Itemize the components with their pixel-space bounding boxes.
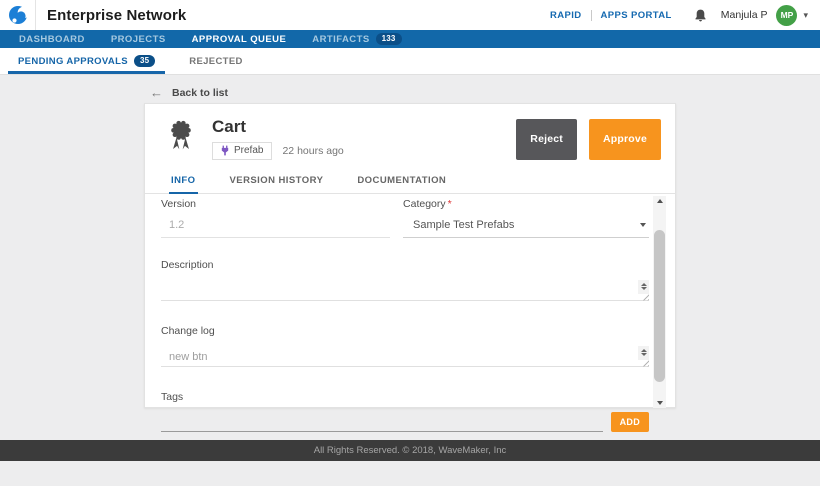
nav-label-projects: PROJECTS — [111, 34, 166, 45]
tab-documentation[interactable]: DOCUMENTATION — [355, 172, 448, 193]
category-label: Category* — [403, 198, 649, 210]
user-name: Manjula P — [721, 9, 768, 21]
award-ribbon-icon — [167, 118, 195, 152]
artifact-type-badge: Prefab — [212, 142, 272, 160]
sub-tabs: PENDING APPROVALS 35 REJECTED — [0, 48, 820, 75]
approval-detail-card: Cart Prefab 22 hours ago Reject Approve … — [144, 103, 676, 408]
prefab-plug-icon — [221, 145, 229, 156]
changelog-label: Change log — [161, 325, 649, 337]
category-selected-value: Sample Test Prefabs — [413, 219, 514, 231]
copyright-text: All Rights Reserved. © 2018, WaveMaker, … — [314, 445, 507, 456]
top-header: Enterprise Network RAPID APPS PORTAL Man… — [0, 0, 820, 30]
rejected-label: REJECTED — [189, 56, 242, 67]
nav-label-dashboard: DASHBOARD — [19, 34, 85, 45]
version-field-group: Version 1.2 — [161, 198, 390, 238]
add-tag-button[interactable]: ADD — [611, 412, 649, 432]
nav-label-artifacts: ARTIFACTS — [312, 34, 369, 45]
artifact-type-label: Prefab — [234, 145, 263, 156]
time-ago: 22 hours ago — [282, 145, 343, 157]
changelog-value: new btn — [161, 346, 649, 363]
nav-item-approval-queue[interactable]: APPROVAL QUEUE — [179, 30, 300, 48]
main-area: ← Back to list Cart — [0, 75, 820, 440]
avatar[interactable]: MP — [776, 5, 797, 26]
apps-portal-link[interactable]: APPS PORTAL — [601, 10, 672, 21]
tab-version-history[interactable]: VERSION HISTORY — [228, 172, 326, 193]
scroll-down-arrow-icon[interactable] — [653, 398, 666, 408]
nav-item-projects[interactable]: PROJECTS — [98, 30, 179, 48]
card-title-column: Cart Prefab 22 hours ago — [212, 117, 344, 160]
artifacts-count-badge: 133 — [376, 33, 402, 45]
card-header: Cart Prefab 22 hours ago Reject Approve — [145, 104, 675, 160]
pending-approvals-count-badge: 35 — [134, 55, 155, 67]
tags-input-row: ADD — [161, 412, 649, 432]
artifact-title: Cart — [212, 117, 344, 137]
changelog-textarea[interactable]: new btn — [161, 346, 649, 367]
tab-rejected[interactable]: REJECTED — [187, 48, 244, 74]
nav-item-artifacts[interactable]: ARTIFACTS 133 — [299, 30, 414, 48]
description-value — [161, 280, 649, 285]
approve-button[interactable]: Approve — [589, 119, 661, 160]
description-field-group: Description — [161, 259, 649, 301]
version-category-row: Version 1.2 Category* Sample Test Prefab… — [161, 198, 649, 238]
action-buttons: Reject Approve — [516, 117, 661, 160]
scroll-up-arrow-icon[interactable] — [653, 196, 666, 206]
link-divider — [591, 10, 592, 21]
main-nav: DASHBOARD PROJECTS APPROVAL QUEUE ARTIFA… — [0, 30, 820, 48]
user-menu-caret-icon[interactable]: ▾ — [803, 10, 808, 21]
tab-info[interactable]: INFO — [169, 172, 198, 194]
back-to-list-label: Back to list — [172, 87, 228, 99]
app-title: Enterprise Network — [47, 7, 186, 24]
reject-button[interactable]: Reject — [516, 119, 577, 160]
changelog-field-group: Change log new btn — [161, 325, 649, 367]
header-right: RAPID APPS PORTAL Manjula P MP ▾ — [550, 5, 808, 26]
textarea-scroll-arrows-icon[interactable] — [638, 346, 649, 360]
footer: All Rights Reserved. © 2018, WaveMaker, … — [0, 440, 820, 461]
select-caret-icon — [640, 223, 646, 227]
tags-input[interactable] — [161, 412, 603, 432]
tags-label: Tags — [161, 391, 649, 403]
wavemaker-logo-icon — [8, 5, 28, 25]
scrollbar-thumb[interactable] — [654, 230, 665, 382]
detail-tabs: INFO VERSION HISTORY DOCUMENTATION — [145, 172, 675, 194]
artifact-meta-row: Prefab 22 hours ago — [212, 142, 344, 160]
form-scrollbar[interactable] — [653, 196, 666, 408]
version-value: 1.2 — [161, 219, 390, 238]
back-to-list-link[interactable]: ← Back to list — [150, 85, 228, 100]
notifications-bell-icon[interactable] — [694, 8, 707, 23]
category-label-text: Category — [403, 198, 446, 210]
nav-label-approval-queue: APPROVAL QUEUE — [192, 34, 287, 45]
category-select[interactable]: Sample Test Prefabs — [403, 219, 649, 238]
nav-item-dashboard[interactable]: DASHBOARD — [6, 30, 98, 48]
category-field-group: Category* Sample Test Prefabs — [403, 198, 649, 238]
description-label: Description — [161, 259, 649, 271]
pending-approvals-label: PENDING APPROVALS — [18, 56, 128, 67]
description-textarea[interactable] — [161, 280, 649, 301]
required-asterisk: * — [448, 198, 452, 210]
tab-pending-approvals[interactable]: PENDING APPROVALS 35 — [16, 48, 157, 74]
rapid-link[interactable]: RAPID — [550, 10, 582, 21]
back-arrow-icon: ← — [150, 85, 163, 100]
version-label: Version — [161, 198, 390, 210]
textarea-scroll-arrows-icon[interactable] — [638, 280, 649, 294]
header-divider — [35, 0, 36, 30]
